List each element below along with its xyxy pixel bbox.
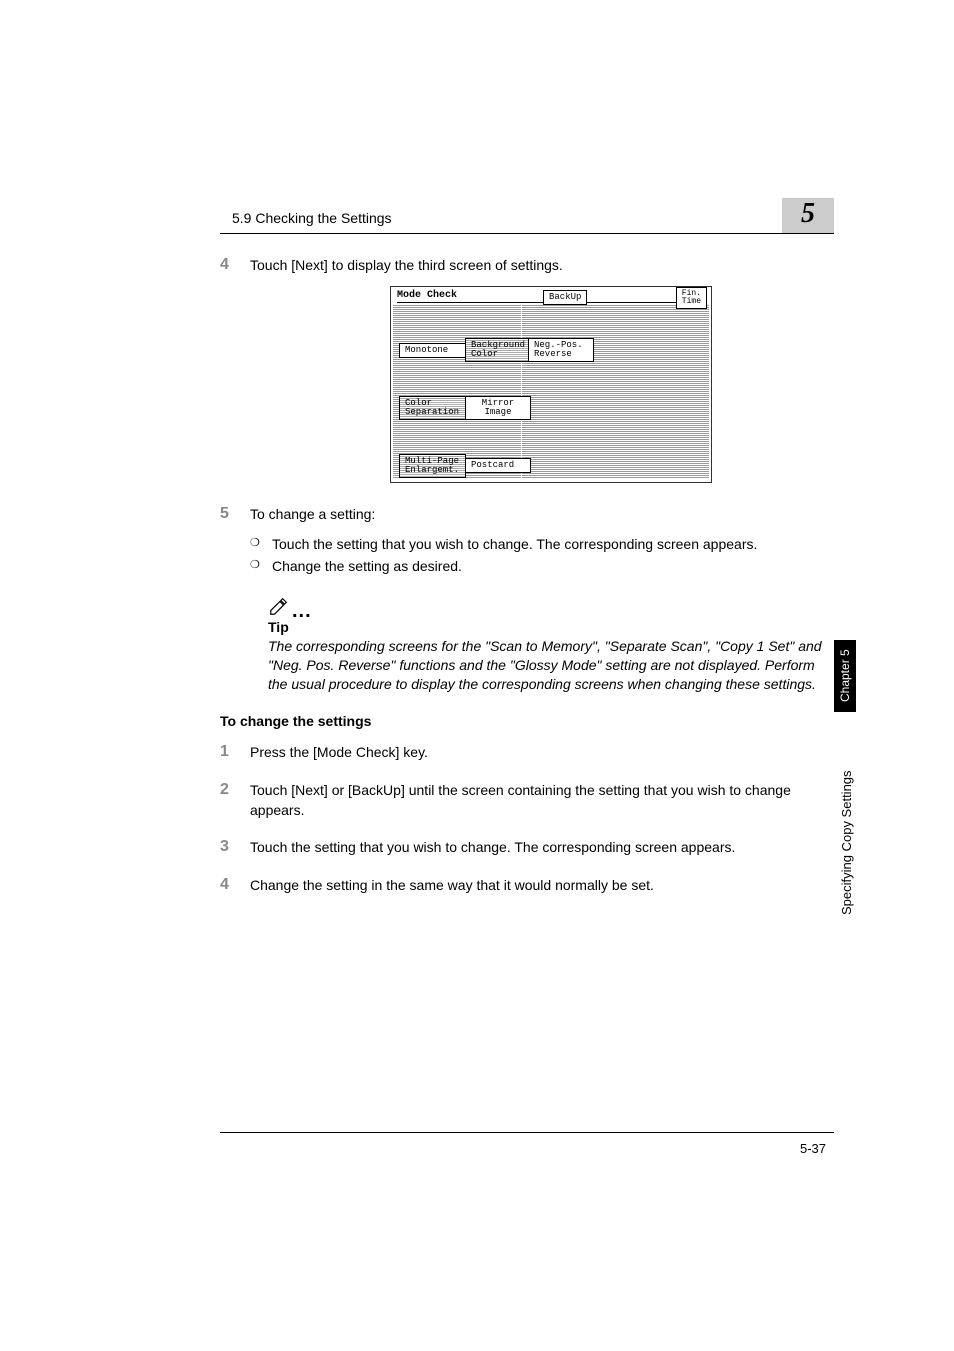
pencil-icon	[268, 595, 290, 617]
chapter-side-tab: Chapter 5	[834, 640, 856, 712]
tip-label: Tip	[268, 619, 834, 635]
fin-time-button[interactable]: Fin. Time	[676, 287, 707, 309]
neg-pos-reverse-button[interactable]: Neg.-Pos. Reverse	[528, 338, 594, 362]
monotone-button[interactable]: Monotone	[399, 343, 466, 358]
s2-step-4: 4 Change the setting in the same way tha…	[220, 876, 834, 896]
chapter-number: 5	[801, 198, 815, 230]
step-text: Touch [Next] to display the third screen…	[250, 256, 563, 276]
s2-step-2: 2 Touch [Next] or [BackUp] until the scr…	[220, 781, 834, 820]
tip-text: The corresponding screens for the "Scan …	[268, 637, 834, 694]
substep-2: ❍ Change the setting as desired.	[250, 556, 834, 576]
color-separation-button[interactable]: Color Separation	[399, 396, 466, 420]
mirror-image-button[interactable]: Mirror Image	[465, 396, 531, 420]
step-text: Change the setting in the same way that …	[250, 876, 654, 896]
substep-1: ❍ Touch the setting that you wish to cha…	[250, 534, 834, 554]
step-4: 4 Touch [Next] to display the third scre…	[220, 256, 834, 276]
step-text: Touch the setting that you wish to chang…	[250, 838, 735, 858]
ellipsis-icon: ...	[292, 606, 312, 616]
backup-button[interactable]: BackUp	[543, 290, 587, 305]
section-heading: To change the settings	[220, 713, 834, 729]
side-label: Specifying Copy Settings	[839, 730, 854, 915]
section-title: 5.9 Checking the Settings	[232, 210, 392, 226]
page-number: 5-37	[800, 1141, 826, 1156]
step-5: 5 To change a setting:	[220, 505, 834, 525]
step-number: 4	[220, 876, 250, 896]
step-text: Press the [Mode Check] key.	[250, 743, 428, 763]
step-text: Touch [Next] or [BackUp] until the scree…	[250, 781, 834, 820]
s2-step-3: 3 Touch the setting that you wish to cha…	[220, 838, 834, 858]
footer-rule	[220, 1132, 834, 1133]
bullet-icon: ❍	[250, 534, 272, 554]
background-color-button[interactable]: Background Color	[465, 338, 531, 362]
step-number: 3	[220, 838, 250, 858]
multi-page-button[interactable]: Multi-Page Enlargemt.	[399, 454, 466, 478]
chapter-badge: 5	[782, 198, 834, 234]
step-number: 2	[220, 781, 250, 820]
tip-block: ... Tip The corresponding screens for th…	[268, 595, 834, 694]
screenshot-title: Mode Check	[397, 290, 457, 301]
step-number: 1	[220, 743, 250, 763]
substep-text: Touch the setting that you wish to chang…	[272, 534, 757, 554]
step-text: To change a setting:	[250, 505, 375, 525]
postcard-button[interactable]: Postcard	[465, 458, 531, 473]
step-number: 4	[220, 256, 250, 276]
step-number: 5	[220, 505, 250, 525]
mode-check-screenshot: Mode Check BackUp Fin. Time Monotone Bac…	[390, 286, 712, 483]
substep-text: Change the setting as desired.	[272, 556, 462, 576]
s2-step-1: 1 Press the [Mode Check] key.	[220, 743, 834, 763]
header-rule	[220, 233, 834, 234]
bullet-icon: ❍	[250, 556, 272, 576]
